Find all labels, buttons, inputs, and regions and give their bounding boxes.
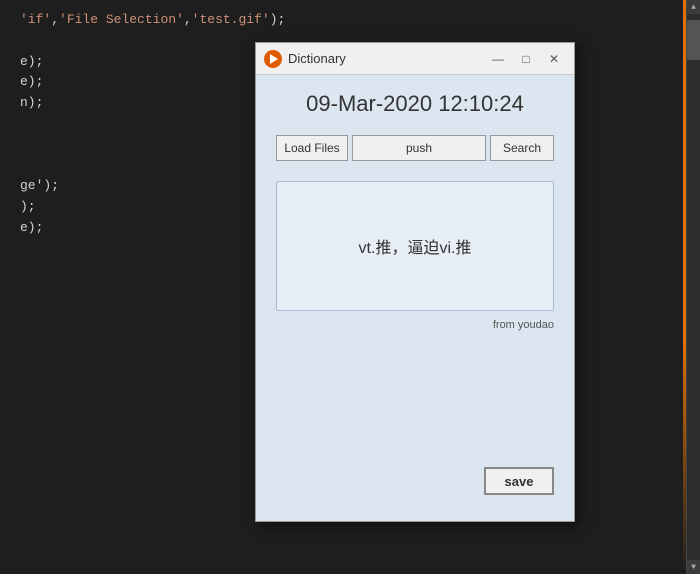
save-button[interactable]: save — [484, 467, 554, 495]
definition-text: vt.推，逼迫vi.推 — [359, 234, 472, 258]
dictionary-dialog: Dictionary — □ ✕ 09-Mar-2020 12:10:24 Lo… — [255, 42, 575, 522]
title-bar: Dictionary — □ ✕ — [256, 43, 574, 75]
scrollbar-thumb[interactable] — [687, 20, 700, 60]
maximize-button[interactable]: □ — [514, 49, 538, 69]
scrollbar-up-arrow[interactable]: ▲ — [687, 0, 700, 14]
app-icon — [264, 50, 282, 68]
title-bar-left: Dictionary — [264, 50, 346, 68]
close-button[interactable]: ✕ — [542, 49, 566, 69]
button-row: Load Files push Search — [276, 135, 554, 161]
push-button[interactable]: push — [352, 135, 486, 161]
minimize-button[interactable]: — — [486, 49, 510, 69]
scrollbar-down-arrow[interactable]: ▼ — [687, 560, 700, 574]
right-edge-line — [683, 0, 686, 574]
window-controls: — □ ✕ — [486, 49, 566, 69]
dialog-body: 09-Mar-2020 12:10:24 Load Files push Sea… — [256, 75, 574, 521]
definition-box: vt.推，逼迫vi.推 — [276, 181, 554, 311]
datetime-display: 09-Mar-2020 12:10:24 — [306, 91, 524, 117]
scrollbar[interactable]: ▲ ▼ — [686, 0, 700, 574]
dialog-title: Dictionary — [288, 51, 346, 66]
source-label: from youdao — [493, 319, 554, 331]
load-files-button[interactable]: Load Files — [276, 135, 348, 161]
search-button[interactable]: Search — [490, 135, 554, 161]
